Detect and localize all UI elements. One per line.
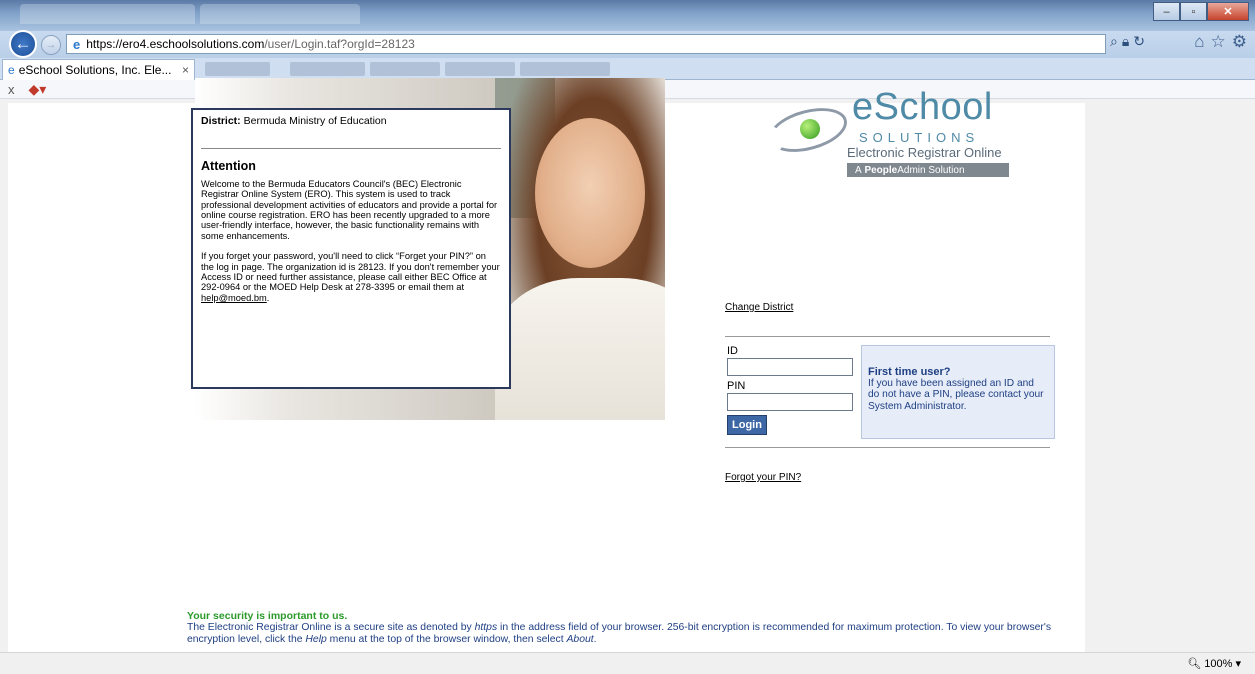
background-tab[interactable] [445,62,515,76]
url-host: https://ero4.eschoolsolutions.com [86,37,265,51]
security-about: About [566,634,594,646]
help-text-end: . [266,292,270,303]
security-text: The Electronic Registrar Online is a sec… [187,622,1067,646]
first-time-heading: First time user? [868,366,951,378]
security-https: https [474,622,498,634]
district-value: Bermuda Ministry of Education [243,115,387,127]
id-label: ID [727,345,738,357]
district-label: District: [201,115,241,127]
forgot-pin-link[interactable]: Forgot your PIN? [725,472,801,483]
photo-shirt [495,278,665,420]
divider [201,147,501,149]
login-form: ID PIN Login [727,345,853,435]
tab-title: eSchool Solutions, Inc. Ele... [18,63,172,77]
lock-icon[interactable]: 🔒︎ [1122,33,1129,50]
logo-tagline: Electronic Registrar Online [847,145,1002,160]
security-text-d: . [593,634,597,646]
background-tab[interactable] [205,62,270,76]
status-bar: 🔍︎ 100% ▾ [0,652,1255,674]
pdf-icon[interactable]: ◆▾ [29,81,47,98]
district-line: District: Bermuda Ministry of Education [201,115,501,128]
zoom-icon: 🔍︎ [1187,658,1202,670]
background-tab[interactable] [370,62,440,76]
background-tab[interactable] [520,62,610,76]
tab-strip: e eSchool Solutions, Inc. Ele... × [0,58,1255,80]
forward-arrow-icon[interactable]: → [41,35,61,55]
home-icon[interactable]: ⌂ [1194,32,1204,52]
email-link[interactable]: help@moed.bm [201,293,267,303]
security-heading: Your security is important to us. [187,610,348,622]
pin-input[interactable] [727,393,853,411]
first-time-text: If you have been assigned an ID and do n… [868,378,1044,412]
close-icon[interactable]: x [8,82,15,97]
logo-brand: eSchool [852,86,993,128]
toolbar-icons: ⌂ ☆ ⚙ [1194,32,1247,52]
window-controls: – ▫ ✕ [1153,2,1249,21]
attention-panel: District: Bermuda Ministry of Education … [191,108,511,389]
tab-close-icon[interactable]: × [182,63,189,77]
id-input[interactable] [727,358,853,376]
zoom-control[interactable]: 🔍︎ 100% ▾ [1187,657,1241,670]
divider [725,336,1050,337]
logo-ball [800,119,820,139]
zoom-value: 100% [1204,658,1233,670]
change-district-link[interactable]: Change District [725,302,793,313]
logo-peopleadmin: A People Admin Solution [847,163,1009,177]
favorites-star-icon[interactable]: ☆ [1211,32,1226,52]
pin-label: PIN [727,380,746,392]
minimize-button[interactable]: – [1153,2,1180,21]
help-text: If you forget your password, you'll need… [201,251,500,293]
maximize-button[interactable]: ▫ [1180,2,1207,21]
welcome-paragraph: Welcome to the Bermuda Educators Council… [201,178,498,241]
pa-prefix: A [855,164,862,176]
login-button[interactable]: Login [727,415,767,435]
background-tab[interactable] [200,4,360,24]
ie-page-icon: e [73,36,81,52]
attention-heading: Attention [201,158,256,173]
ie-page-icon: e [8,63,15,77]
address-tools: ⌕ 🔒︎ ↻ [1110,33,1145,50]
settings-gear-icon[interactable]: ⚙ [1232,32,1247,52]
browser-title-bar: – ▫ ✕ [0,0,1255,31]
url-path: /user/Login.taf?orgId=28123 [264,37,415,51]
pa-bold: People [864,164,898,176]
divider [725,447,1050,448]
eschool-logo: eSchool SOLUTIONS Electronic Registrar O… [762,86,1012,181]
pa-rest: Admin Solution [897,164,965,176]
security-notice: Your security is important to us. The El… [187,610,1067,646]
tab-active[interactable]: e eSchool Solutions, Inc. Ele... × [2,59,195,80]
help-paragraph: If you forget your password, you'll need… [201,251,501,303]
search-icon[interactable]: ⌕ [1110,33,1118,50]
refresh-icon[interactable]: ↻ [1133,33,1145,50]
background-tab[interactable] [290,62,365,76]
security-text-c: menu at the top of the browser window, t… [329,634,564,646]
close-window-button[interactable]: ✕ [1207,2,1249,21]
security-help: Help [305,634,327,646]
back-arrow-icon[interactable]: ← [9,30,37,58]
photo-face [535,118,645,268]
background-tab[interactable] [20,4,195,24]
logo-solutions: SOLUTIONS [859,130,980,145]
security-text-a: The Electronic Registrar Online is a sec… [187,622,472,634]
first-time-user-box: First time user? If you have been assign… [861,345,1055,439]
address-bar[interactable]: e https://ero4.eschoolsolutions.com/user… [66,34,1106,54]
